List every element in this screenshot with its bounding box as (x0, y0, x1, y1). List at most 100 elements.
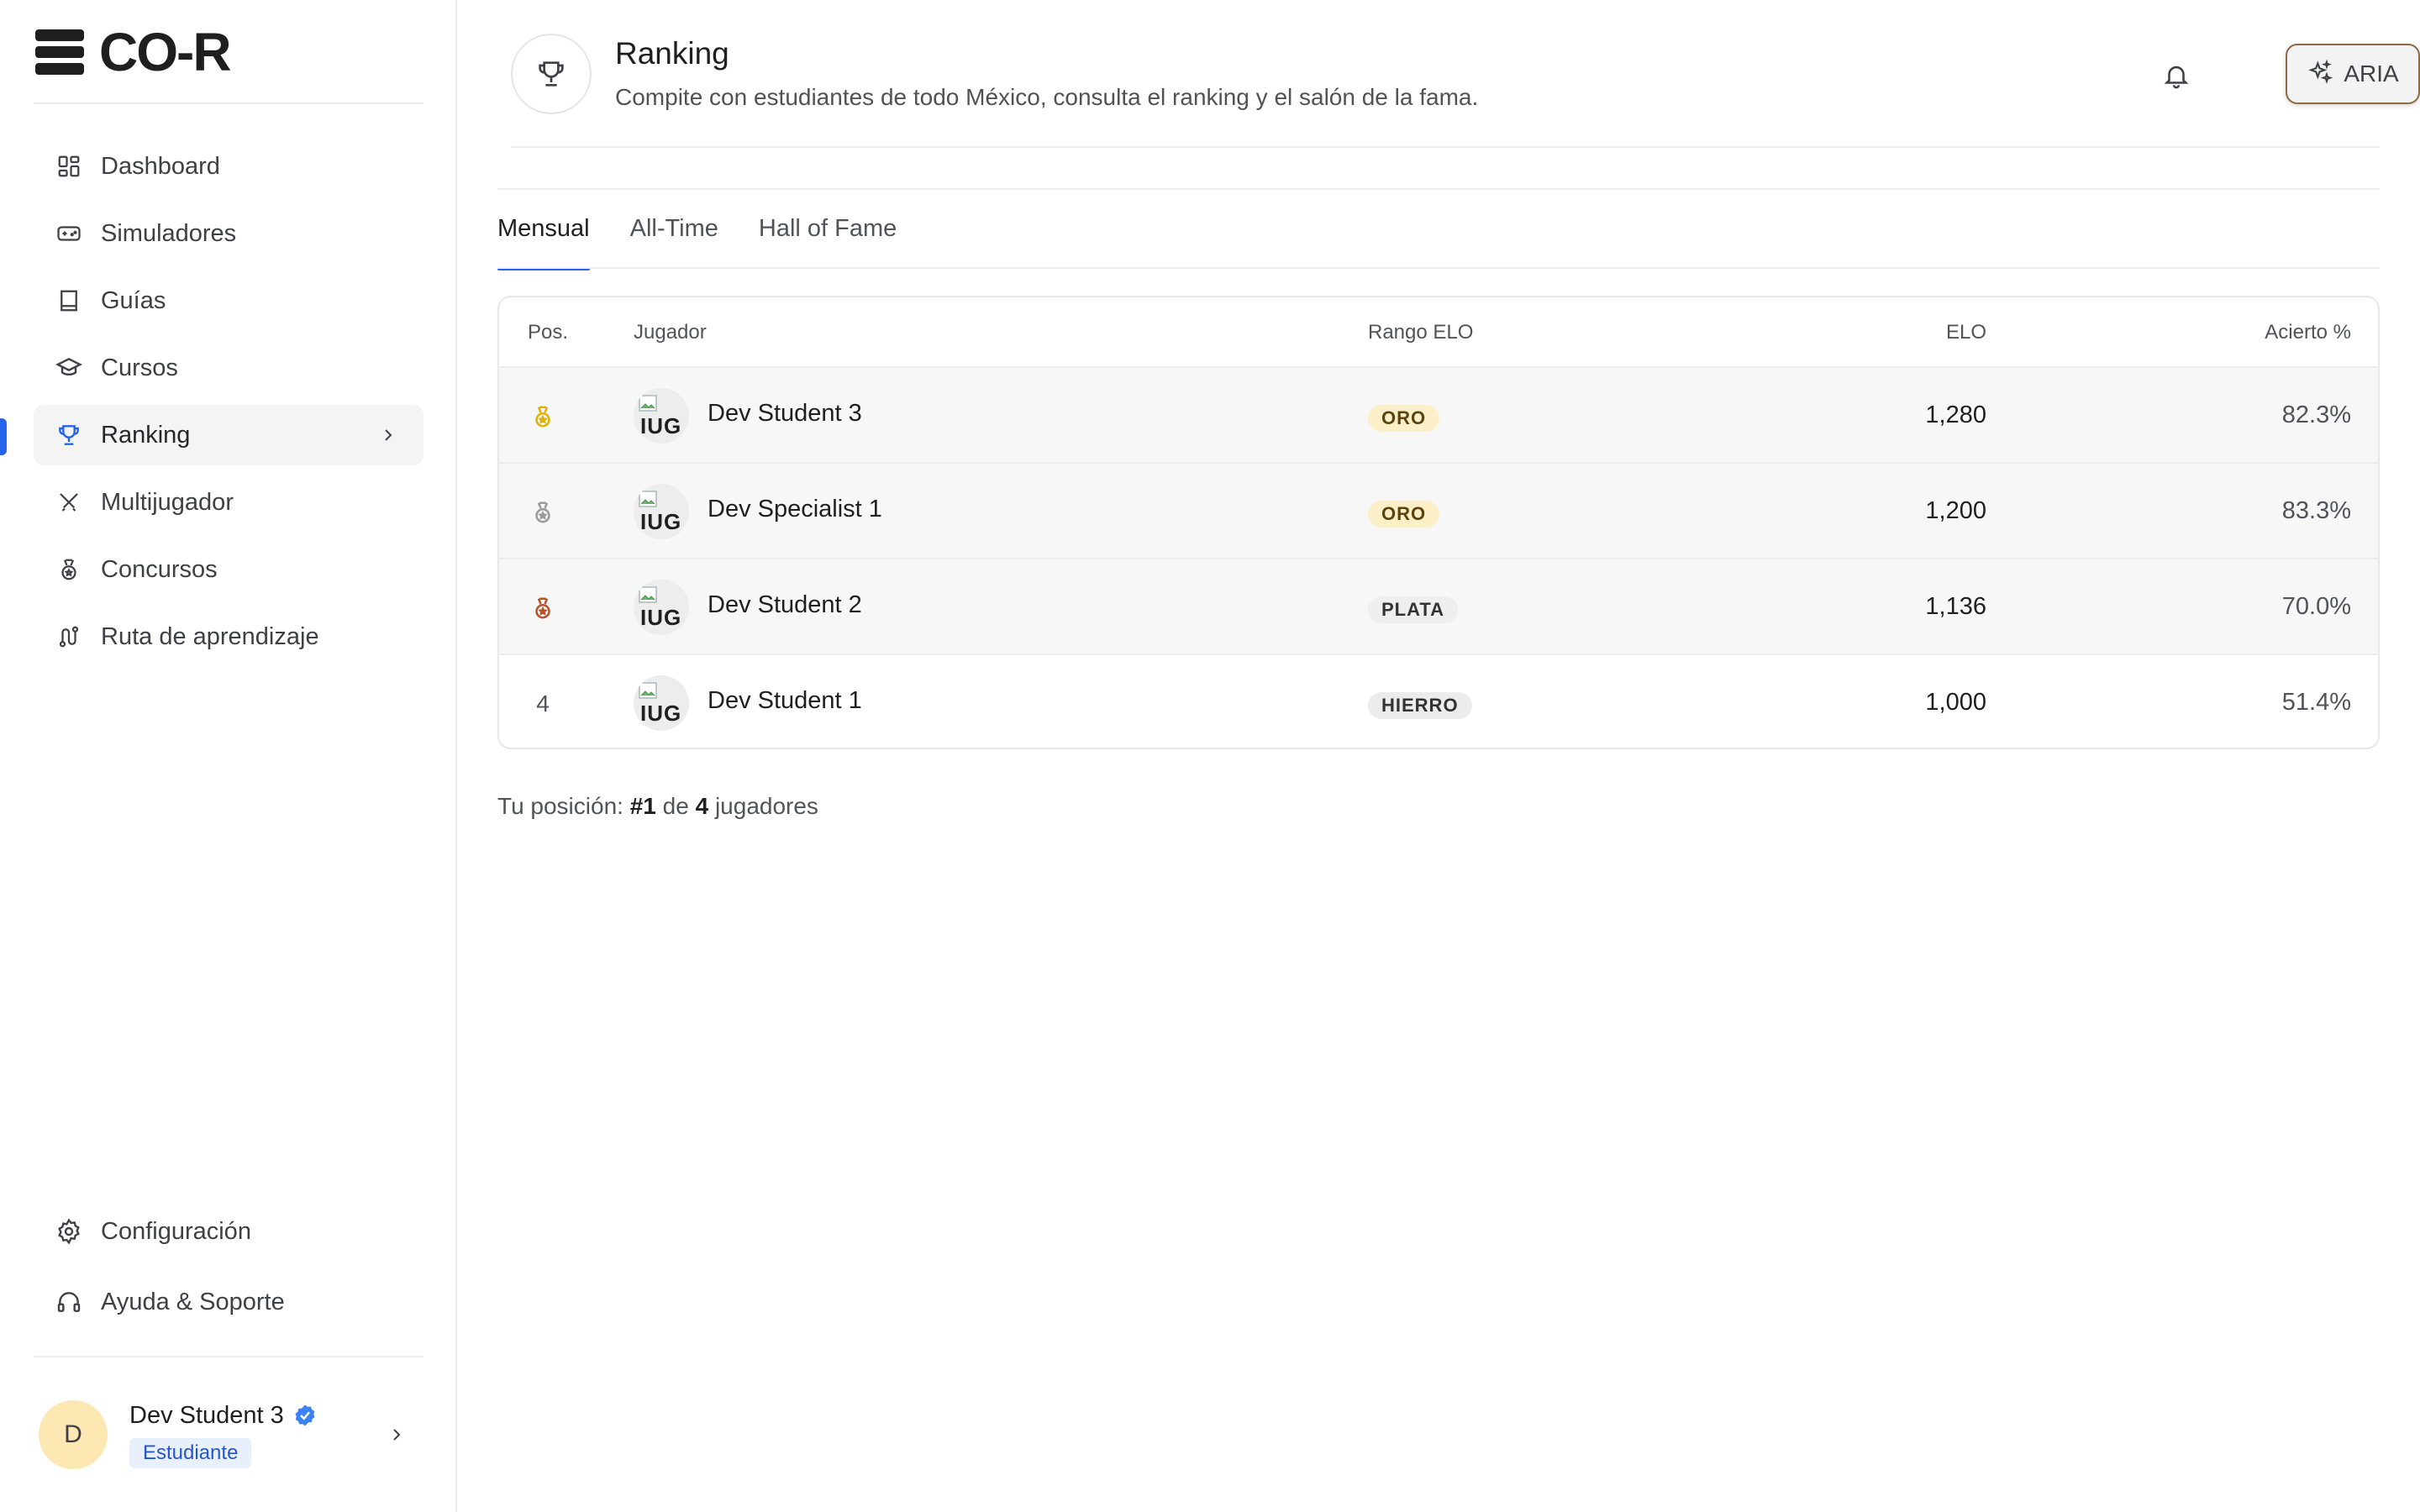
player-name: Dev Student 1 (708, 687, 862, 714)
table-header: Pos. Jugador Rango ELO ELO Acierto % (499, 297, 2378, 366)
column-header-elo: ELO (1945, 321, 1986, 344)
sidebar-item-simuladores[interactable]: Simuladores (34, 203, 424, 264)
page-subtitle: Compite con estudiantes de todo México, … (615, 84, 1479, 110)
avatar-alt-text: IUG (640, 413, 682, 438)
table-row[interactable]: IUG Dev Student 3 ORO 1,280 82.3% (499, 366, 2378, 462)
medal-icon (55, 556, 82, 583)
rank-badge: ORO (1368, 501, 1440, 528)
table-row[interactable]: IUG Dev Student 2 PLATA 1,136 70.0% (499, 558, 2378, 654)
avatar-alt-text: IUG (640, 605, 682, 630)
user-name: Dev Student 3 (129, 1401, 284, 1429)
sidebar-divider (34, 1356, 424, 1357)
user-position-summary: Tu posición: #1 de 4 jugadores (497, 793, 818, 820)
sidebar-item-guias[interactable]: Guías (34, 270, 424, 331)
elo-value: 1,200 (1925, 497, 1986, 524)
swords-icon (55, 489, 82, 516)
tab-all-time[interactable]: All-Time (630, 210, 718, 270)
gamepad-icon (55, 220, 82, 247)
sidebar-item-cursos[interactable]: Cursos (34, 338, 424, 398)
page-header: Ranking Compite con estudiantes de todo … (511, 34, 2420, 148)
sidebar-item-label: Simuladores (101, 219, 237, 247)
rank-badge: HIERRO (1368, 692, 1472, 719)
sidebar-item-label: Cursos (101, 354, 178, 381)
position-total: 4 (695, 793, 709, 819)
brand-name: CO-R (99, 22, 232, 82)
brand-logo[interactable]: CO-R (35, 22, 232, 82)
sidebar-item-label: Ruta de aprendizaje (101, 622, 319, 650)
bronze-medal-icon (528, 593, 558, 623)
main-content: Ranking Compite con estudiantes de todo … (457, 0, 2420, 1512)
rank-badge: ORO (1368, 405, 1440, 432)
sidebar-item-dashboard[interactable]: Dashboard (34, 136, 424, 197)
aria-button-label: ARIA (2344, 60, 2399, 87)
column-header-pos: Pos. (528, 321, 569, 344)
player-name: Dev Student 3 (708, 400, 862, 427)
sidebar-item-multijugador[interactable]: Multijugador (34, 472, 424, 533)
avatar: D (39, 1400, 108, 1469)
tab-mensual[interactable]: Mensual (497, 210, 590, 270)
rank-badge: PLATA (1368, 596, 1459, 623)
player-avatar: IUG (634, 580, 689, 635)
elo-value: 1,000 (1925, 689, 1986, 716)
user-profile-card[interactable]: D Dev Student 3 Estudiante (34, 1391, 424, 1478)
route-icon (55, 623, 82, 650)
user-info: Dev Student 3 Estudiante (129, 1402, 318, 1468)
sidebar-item-label: Ayuda & Soporte (101, 1288, 285, 1315)
sidebar-divider (34, 102, 424, 104)
position-of: de (662, 793, 689, 819)
sidebar: CO-R Dashboard Simuladores Guías Cursos … (0, 0, 457, 1512)
tab-hall-of-fame[interactable]: Hall of Fame (759, 210, 897, 270)
elo-value: 1,280 (1925, 402, 1986, 428)
sidebar-item-label: Concursos (101, 555, 218, 583)
chevron-right-icon (383, 1421, 410, 1448)
accuracy-value: 83.3% (2281, 497, 2351, 524)
notifications-button[interactable] (2158, 57, 2195, 94)
sidebar-item-ranking[interactable]: Ranking (34, 405, 424, 465)
bell-icon (2164, 66, 2189, 89)
player-avatar: IUG (634, 675, 689, 731)
gold-medal-icon (528, 402, 558, 432)
player-avatar: IUG (634, 388, 689, 444)
graduation-cap-icon (55, 354, 82, 381)
aria-assistant-button[interactable]: ARIA (2286, 44, 2420, 104)
elo-value: 1,136 (1925, 593, 1986, 620)
sidebar-item-configuracion[interactable]: Configuración (34, 1200, 424, 1263)
avatar-alt-text: IUG (640, 509, 682, 534)
player-name: Dev Specialist 1 (708, 496, 882, 522)
avatar-alt-text: IUG (640, 701, 682, 726)
section-divider (497, 188, 2380, 190)
logo-mark-icon (35, 29, 84, 75)
sidebar-item-label: Multijugador (101, 488, 234, 516)
trophy-icon (511, 34, 592, 114)
position-rank: #1 (629, 793, 656, 819)
sidebar-item-label: Guías (101, 286, 166, 314)
role-badge: Estudiante (129, 1437, 252, 1468)
gear-icon (55, 1218, 82, 1245)
sidebar-item-label: Ranking (101, 421, 191, 449)
table-row[interactable]: IUG Dev Specialist 1 ORO 1,200 83.3% (499, 462, 2378, 558)
ranking-table: Pos. Jugador Rango ELO ELO Acierto % IUG… (497, 296, 2380, 749)
player-name: Dev Student 2 (708, 591, 862, 618)
sidebar-item-ayuda[interactable]: Ayuda & Soporte (34, 1270, 424, 1334)
trophy-icon (55, 422, 82, 449)
column-header-player: Jugador (634, 321, 707, 344)
sidebar-item-label: Configuración (101, 1217, 251, 1245)
position-number: 4 (536, 690, 550, 717)
column-header-rank: Rango ELO (1368, 321, 1474, 344)
sidebar-item-ruta[interactable]: Ruta de aprendizaje (34, 606, 424, 667)
sidebar-bottom-nav: Configuración Ayuda & Soporte (34, 1200, 424, 1341)
sparkles-icon (2307, 59, 2333, 90)
accuracy-value: 51.4% (2281, 689, 2351, 716)
active-nav-marker (0, 418, 7, 455)
tabs-divider (497, 267, 2380, 269)
headphones-icon (55, 1289, 82, 1315)
chevron-right-icon (375, 422, 402, 449)
accuracy-value: 82.3% (2281, 402, 2351, 428)
position-prefix: Tu posición: (497, 793, 623, 819)
table-row[interactable]: 4 IUG Dev Student 1 HIERRO 1,000 51.4% (499, 654, 2378, 748)
sidebar-item-concursos[interactable]: Concursos (34, 539, 424, 600)
silver-medal-icon (528, 497, 558, 528)
ranking-tabs: Mensual All-Time Hall of Fame (497, 210, 937, 270)
sidebar-nav: Dashboard Simuladores Guías Cursos Ranki… (34, 136, 424, 674)
verified-badge-icon (292, 1403, 318, 1428)
